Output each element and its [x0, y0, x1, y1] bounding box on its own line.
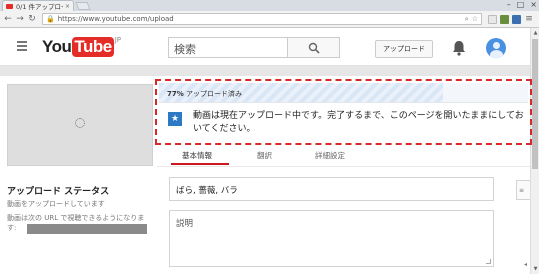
progress-suffix: アップロード済み	[183, 90, 242, 98]
maximize-button[interactable]: □	[517, 0, 525, 9]
tab-translation[interactable]: 翻訳	[257, 150, 272, 161]
close-window-button[interactable]: ×	[530, 0, 537, 9]
search-input[interactable]: 検索	[168, 37, 287, 58]
search-icon	[308, 42, 320, 54]
description-field[interactable]: 説明	[169, 210, 494, 267]
close-tab-icon[interactable]: ×	[65, 3, 70, 10]
logo-region: JP	[114, 36, 122, 44]
upload-panel: 77% アップロード済み ★ 動画は現在アップロード中です。完了するまで、このペ…	[0, 76, 532, 274]
youtube-favicon-icon	[6, 3, 13, 9]
upload-button[interactable]: アップロード	[375, 40, 433, 58]
reload-icon[interactable]: ↻	[27, 14, 37, 24]
lock-icon: 🔒	[46, 15, 55, 23]
logo-you-text: You	[42, 37, 72, 56]
tabs-divider	[157, 166, 530, 167]
youtube-logo[interactable]: You Tube JP	[42, 36, 122, 57]
scroll-thumb[interactable]	[532, 39, 538, 169]
browser-tabstrip: 0/1 件アップロード済み × – □ ×	[0, 0, 539, 11]
side-panel-button[interactable]: ≡	[516, 180, 530, 200]
upload-progress-bar: 77% アップロード済み	[159, 83, 528, 103]
upload-status-subtext: 動画をアップロードしています	[7, 200, 105, 208]
video-thumbnail	[7, 84, 153, 166]
browser-tab-title: 0/1 件アップロード済み	[16, 3, 63, 11]
bookmark-star-icon[interactable]: ☆	[472, 15, 478, 23]
url-text[interactable]: https://www.youtube.com/upload	[58, 15, 465, 23]
upload-status-box: 77% アップロード済み ★ 動画は現在アップロード中です。完了するまで、このペ…	[155, 79, 532, 145]
progress-percent: 77%	[167, 90, 184, 98]
logo-tube-text: Tube	[72, 37, 114, 57]
hamburger-menu-icon[interactable]	[17, 41, 27, 53]
settings-tabs: 基本情報 翻訳 詳細設定	[157, 148, 530, 166]
forward-arrow-icon[interactable]: →	[15, 14, 25, 24]
search-button[interactable]	[287, 37, 340, 58]
back-arrow-icon[interactable]: ←	[3, 14, 13, 24]
scroll-down-arrow-icon[interactable]: ▼	[531, 266, 539, 272]
tab-advanced-settings[interactable]: 詳細設定	[315, 150, 345, 161]
avatar[interactable]	[486, 38, 506, 58]
side-arrow-icon[interactable]: ◂	[524, 261, 530, 271]
upload-progress-text: 77% アップロード済み	[167, 89, 242, 99]
tab-basic-info[interactable]: 基本情報	[182, 150, 212, 161]
youtube-header: You Tube JP 検索 アップロード	[0, 28, 530, 66]
menu-icon[interactable]: ≡	[524, 14, 534, 24]
new-tab-button[interactable]	[75, 2, 91, 10]
omnibox[interactable]: 🔒 https://www.youtube.com/upload ⌕ ☆	[42, 13, 482, 25]
bell-icon[interactable]	[452, 40, 466, 56]
tags-field[interactable]: ばら, 薔薇, バラ	[169, 177, 494, 201]
active-tab-underline	[171, 163, 229, 165]
loading-spinner-icon	[75, 118, 85, 128]
browser-tab[interactable]: 0/1 件アップロード済み ×	[2, 0, 74, 11]
redacted-video-url	[27, 224, 147, 234]
zoom-icon[interactable]: ⌕	[465, 15, 469, 24]
window-controls: – □ ×	[507, 0, 537, 9]
extension-icon[interactable]	[488, 14, 497, 24]
star-info-icon: ★	[168, 112, 182, 126]
description-placeholder: 説明	[176, 219, 194, 229]
page-scrollbar[interactable]: ▲ ▼	[530, 28, 539, 274]
upload-status-message: 動画は現在アップロード中です。完了するまで、このページを開いたままにしておいてく…	[193, 111, 524, 134]
upload-status-heading: アップロード ステータス	[7, 187, 110, 197]
minimize-button[interactable]: –	[507, 0, 511, 9]
address-bar-row: ← → ↻ 🔒 https://www.youtube.com/upload ⌕…	[0, 11, 539, 28]
resize-grip-icon[interactable]	[486, 259, 491, 264]
extension-icon[interactable]	[512, 14, 521, 24]
scroll-up-arrow-icon[interactable]: ▲	[531, 30, 539, 36]
extension-icon[interactable]	[500, 14, 509, 24]
